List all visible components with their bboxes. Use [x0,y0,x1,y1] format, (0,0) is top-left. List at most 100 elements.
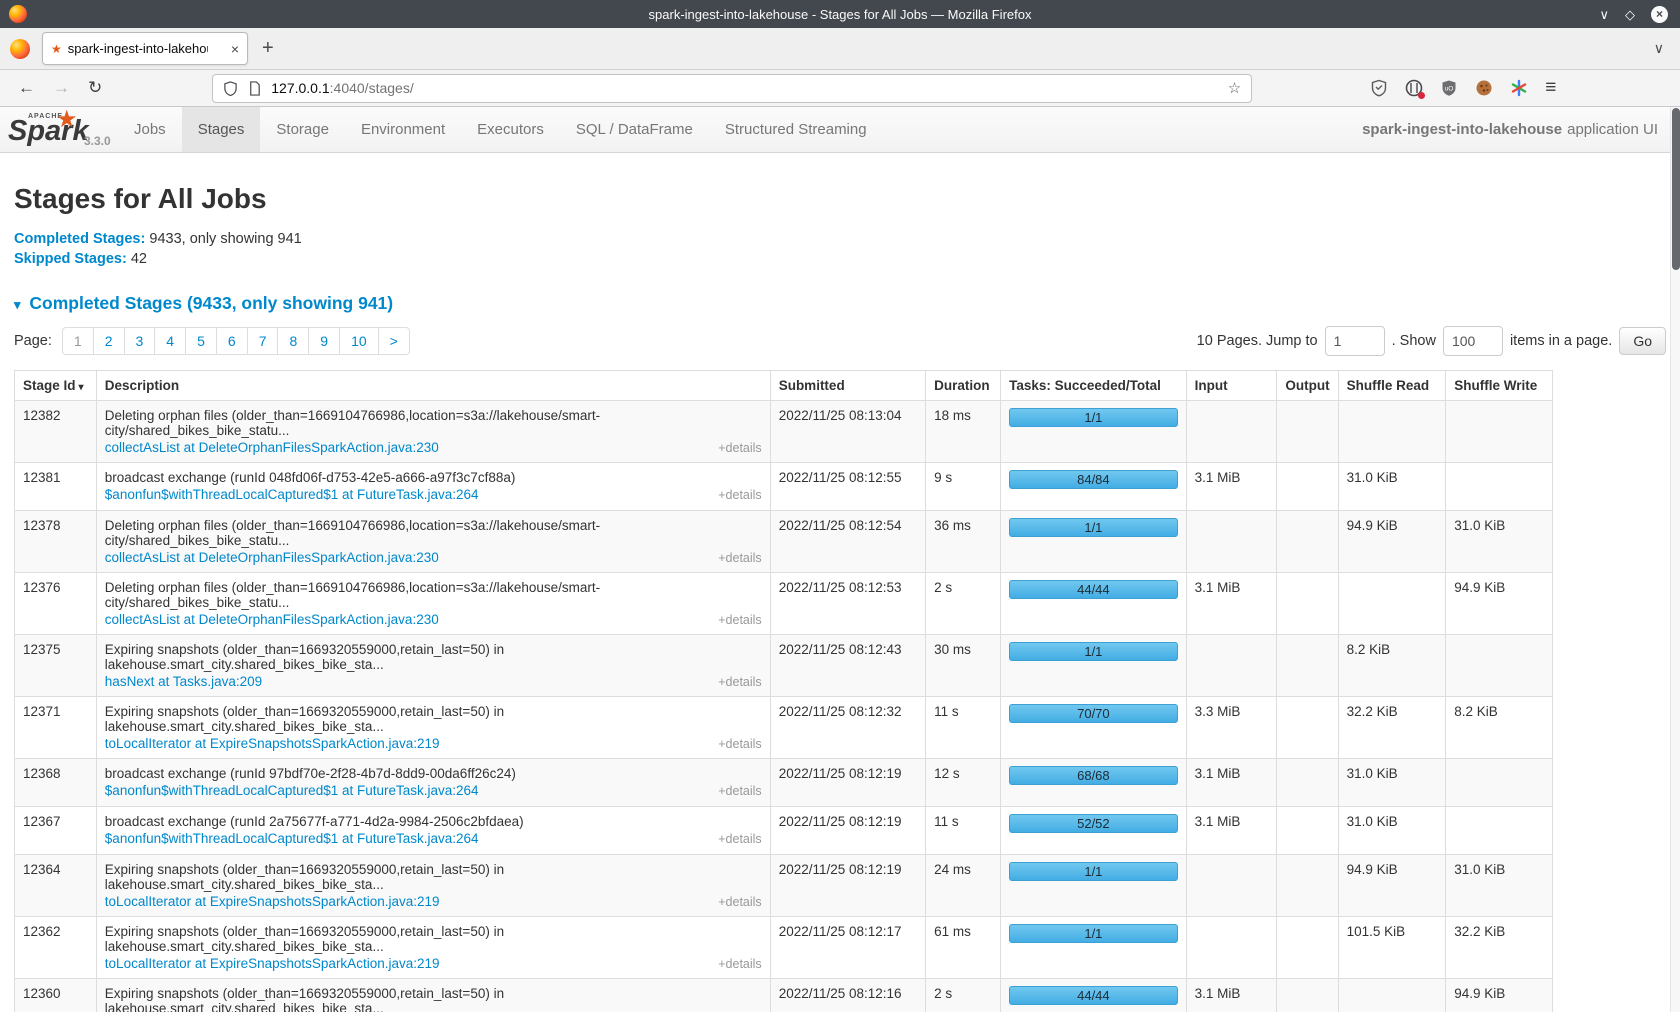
details-toggle[interactable]: +details [718,441,761,455]
page-button-2[interactable]: 2 [93,327,125,355]
new-tab-button[interactable]: + [262,37,274,60]
nav-tab-storage[interactable]: Storage [260,107,345,152]
page-info-icon[interactable] [247,81,262,96]
show-items-input[interactable] [1443,326,1503,356]
completed-stages-section-toggle[interactable]: ▾ Completed Stages (9433, only showing 9… [14,293,1666,314]
reload-icon[interactable]: ↻ [88,78,102,98]
tasks-cell: 1/1 [1001,917,1187,979]
details-toggle[interactable]: +details [718,737,761,751]
tab-close-icon[interactable]: × [231,41,239,57]
tasks-cell: 44/44 [1001,979,1187,1012]
call-site-link[interactable]: collectAsList at DeleteOrphanFilesSparkA… [105,612,439,627]
column-header-input[interactable]: Input [1186,371,1277,401]
menu-icon[interactable]: ≡ [1545,77,1556,99]
duration-cell: 30 ms [926,635,1001,697]
details-toggle[interactable]: +details [718,613,761,627]
description-cell: Expiring snapshots (older_than=166932055… [96,979,770,1012]
scrollbar-thumb[interactable] [1672,108,1680,270]
details-toggle[interactable]: +details [718,895,761,909]
column-header-shuffle-read[interactable]: Shuffle Read [1338,371,1446,401]
list-all-tabs-icon[interactable]: ∨ [1654,40,1664,57]
shield-icon [223,81,238,96]
column-header-submitted[interactable]: Submitted [770,371,925,401]
bookmark-star-icon[interactable]: ☆ [1228,79,1241,97]
submitted-cell: 2022/11/25 08:12:54 [770,511,925,573]
back-icon[interactable]: ← [18,78,35,98]
jump-to-input[interactable] [1325,326,1385,356]
details-toggle[interactable]: +details [718,488,761,502]
column-header-shuffle-write[interactable]: Shuffle Write [1446,371,1553,401]
column-header-output[interactable]: Output [1277,371,1338,401]
nav-tab-sql-dataframe[interactable]: SQL / DataFrame [560,107,709,152]
pocket-shield-icon[interactable] [1370,79,1388,97]
nav-tab-structured-streaming[interactable]: Structured Streaming [709,107,883,152]
next-page-button[interactable]: > [378,327,410,355]
details-toggle[interactable]: +details [718,784,761,798]
completed-stages-value: 9433, only showing 941 [149,231,301,247]
minimize-icon[interactable]: ∨ [1599,8,1609,21]
details-toggle[interactable]: +details [718,551,761,565]
show-text: . Show [1392,333,1436,349]
page-button-4[interactable]: 4 [154,327,186,355]
input-cell: 3.3 MiB [1186,697,1277,759]
shuffle-write-cell: 32.2 KiB [1446,917,1553,979]
call-site-link[interactable]: toLocalIterator at ExpireSnapshotsSparkA… [105,956,440,971]
nav-tab-executors[interactable]: Executors [461,107,560,152]
submitted-cell: 2022/11/25 08:12:43 [770,635,925,697]
browser-tab[interactable]: ★ spark-ingest-into-lakehous × [42,32,248,65]
call-site-link[interactable]: $anonfun$withThreadLocalCaptured$1 at Fu… [105,487,479,502]
asterisk-extension-icon[interactable] [1510,79,1528,97]
ublock-shield-icon[interactable]: uO [1440,79,1458,97]
spark-favicon-icon: ★ [51,42,62,56]
shuffle-write-cell: 94.9 KiB [1446,979,1553,1012]
page-button-3[interactable]: 3 [124,327,156,355]
nav-tab-stages[interactable]: Stages [182,107,261,152]
call-site-link[interactable]: toLocalIterator at ExpireSnapshotsSparkA… [105,894,440,909]
call-site-link[interactable]: collectAsList at DeleteOrphanFilesSparkA… [105,550,439,565]
description-second-line: $anonfun$withThreadLocalCaptured$1 at Fu… [105,783,762,798]
details-toggle[interactable]: +details [718,832,761,846]
submitted-cell: 2022/11/25 08:12:19 [770,807,925,855]
page-button-9[interactable]: 9 [308,327,340,355]
output-cell [1277,463,1338,511]
tasks-progress-bar: 44/44 [1009,580,1178,599]
input-cell [1186,917,1277,979]
go-button[interactable]: Go [1619,327,1666,355]
application-ui-label: spark-ingest-into-lakehouse application … [1362,107,1680,152]
page-button-5[interactable]: 5 [185,327,217,355]
page-button-7[interactable]: 7 [247,327,279,355]
skipped-stages-link[interactable]: Skipped Stages: [14,251,127,267]
details-toggle[interactable]: +details [718,675,761,689]
column-header-description[interactable]: Description [96,371,770,401]
close-window-icon[interactable]: × [1651,6,1668,23]
duration-cell: 36 ms [926,511,1001,573]
page-scrollbar[interactable] [1670,107,1680,1012]
column-header-duration[interactable]: Duration [926,371,1001,401]
nav-tab-environment[interactable]: Environment [345,107,461,152]
address-bar[interactable]: 127.0.0.1:4040/stages/ ☆ [212,74,1252,103]
privacy-extension-icon[interactable] [1405,79,1423,97]
details-toggle[interactable]: +details [718,957,761,971]
call-site-link[interactable]: toLocalIterator at ExpireSnapshotsSparkA… [105,736,440,751]
call-site-link[interactable]: hasNext at Tasks.java:209 [105,674,262,689]
tasks-cell: 84/84 [1001,463,1187,511]
call-site-link[interactable]: $anonfun$withThreadLocalCaptured$1 at Fu… [105,783,479,798]
cookie-icon[interactable] [1475,79,1493,97]
column-header-tasks-succeeded-total[interactable]: Tasks: Succeeded/Total [1001,371,1187,401]
stages-table-body: 12382Deleting orphan files (older_than=1… [15,401,1553,1012]
column-header-stage-id[interactable]: Stage Id▾ [15,371,97,401]
description-cell: Expiring snapshots (older_than=166932055… [96,697,770,759]
page-button-6[interactable]: 6 [216,327,248,355]
nav-tab-jobs[interactable]: Jobs [118,107,182,152]
call-site-link[interactable]: $anonfun$withThreadLocalCaptured$1 at Fu… [105,831,479,846]
description-cell: Deleting orphan files (older_than=166910… [96,401,770,463]
page-button-1[interactable]: 1 [62,327,94,355]
completed-stages-link[interactable]: Completed Stages: [14,231,145,247]
call-site-link[interactable]: collectAsList at DeleteOrphanFilesSparkA… [105,440,439,455]
stage-id-cell: 12368 [15,759,97,807]
spark-nav-items: JobsStagesStorageEnvironmentExecutorsSQL… [118,107,883,152]
page-button-10[interactable]: 10 [339,327,379,355]
maximize-icon[interactable]: ◇ [1625,8,1635,21]
spark-logo[interactable]: APACHE Spark ★ 3.3.0 [0,107,118,152]
page-button-8[interactable]: 8 [277,327,309,355]
